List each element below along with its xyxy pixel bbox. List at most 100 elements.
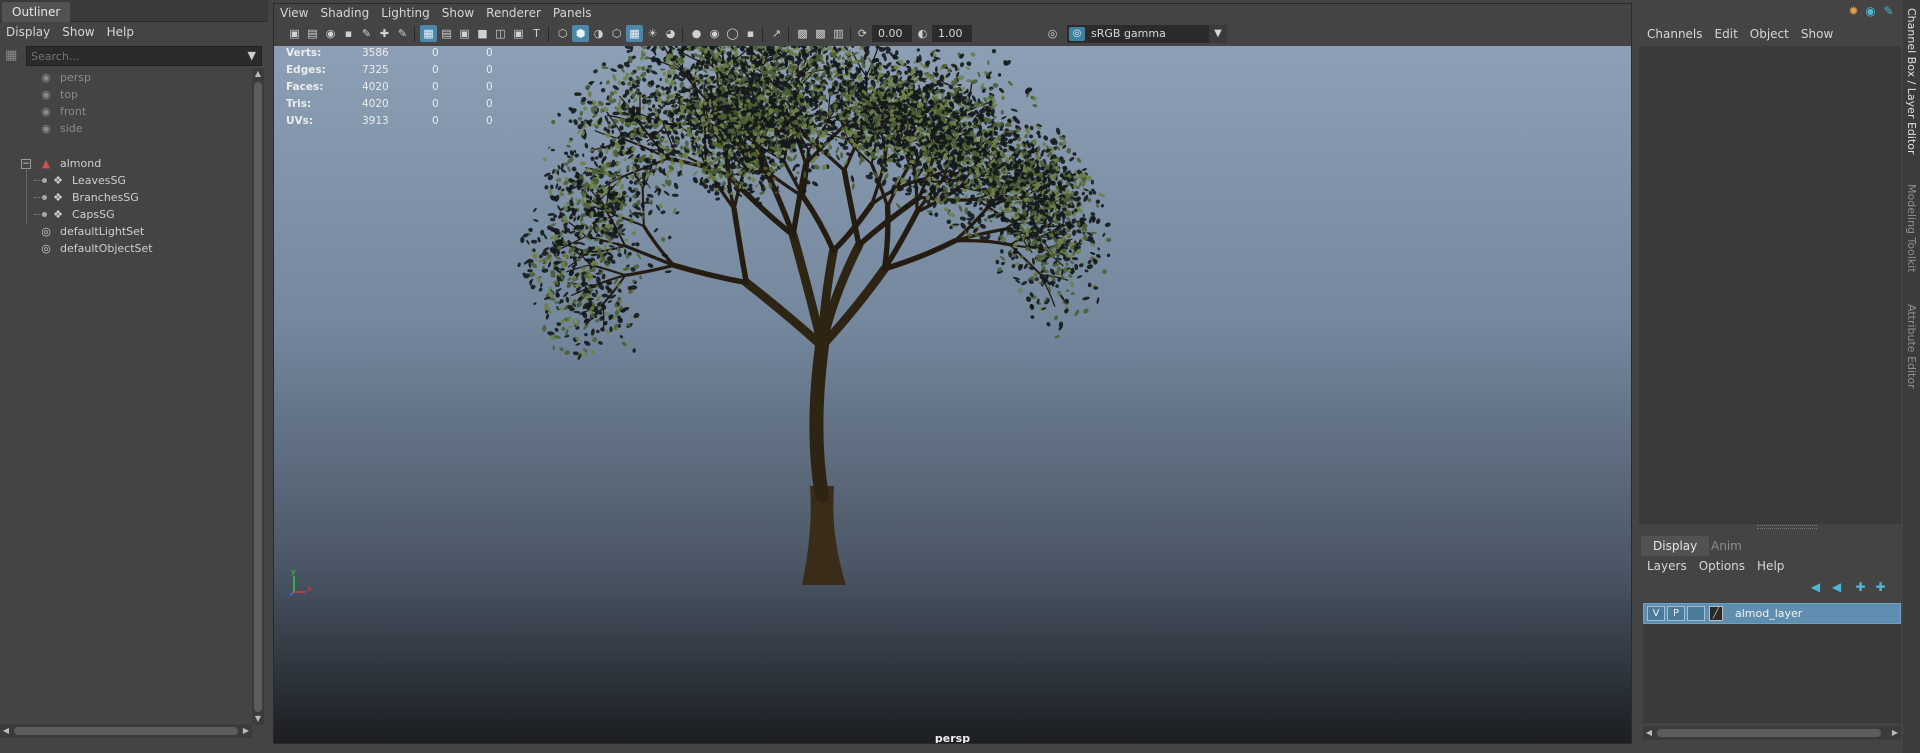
channel-box-menu-object[interactable]: Object	[1744, 24, 1795, 44]
motion-blur-icon[interactable]: ◉	[706, 25, 723, 42]
layer-display-type-toggle[interactable]	[1687, 606, 1705, 621]
wireframe-icon[interactable]: ⬡	[554, 25, 571, 42]
new-layer-icon[interactable]: ✚	[1853, 580, 1868, 595]
field-chart-icon[interactable]: ◫	[492, 25, 509, 42]
viewport-menu-view[interactable]: View	[274, 4, 314, 22]
layer-color-icon[interactable]: ╱	[1709, 606, 1723, 621]
chevron-down-icon: ▼	[1209, 25, 1227, 43]
outliner-item-label: CapsSG	[72, 208, 115, 221]
channel-box-menu-edit[interactable]: Edit	[1709, 24, 1744, 44]
shadows-icon[interactable]: ◕	[662, 25, 679, 42]
toolbar-separator	[682, 26, 683, 42]
outliner-vertical-scrollbar[interactable]: ▲ ▼	[252, 68, 264, 725]
use-all-lights-icon[interactable]: ☀	[644, 25, 661, 42]
toolbar-separator	[548, 26, 549, 42]
exposure-field[interactable]: 0.00	[872, 25, 912, 42]
tree-node-dot	[42, 212, 47, 217]
wireframe-on-shaded-icon[interactable]: ⬡	[608, 25, 625, 42]
side-tab-modeling-toolkit[interactable]: Modeling Toolkit	[1903, 184, 1920, 284]
new-layer-from-selection-icon[interactable]: ✚	[1873, 580, 1888, 595]
outliner-tab[interactable]: Outliner	[2, 2, 71, 22]
outliner-search-input[interactable]	[26, 46, 262, 66]
scroll-down-icon[interactable]: ▼	[252, 713, 264, 725]
xray-active-icon[interactable]: ▩	[812, 25, 829, 42]
gate-mask-icon[interactable]: ■	[474, 25, 491, 42]
scroll-thumb[interactable]	[254, 82, 262, 712]
side-tab-attribute-editor[interactable]: Attribute Editor	[1903, 304, 1920, 404]
channel-box-menu-channels[interactable]: Channels	[1641, 24, 1709, 44]
scroll-left-icon[interactable]: ◀	[1643, 726, 1655, 740]
axis-label-y: y	[291, 567, 296, 576]
exposure-icon[interactable]: ⟳	[854, 25, 871, 42]
outliner-item-label: top	[60, 88, 79, 101]
scroll-right-icon[interactable]: ▶	[1889, 726, 1901, 740]
gamma-icon[interactable]: ◐	[914, 25, 931, 42]
depth-of-field-icon[interactable]: ▪	[742, 25, 759, 42]
panel-splitter-handle[interactable]	[1757, 525, 1817, 529]
modeling-toolkit-icon[interactable]: ◉	[1863, 4, 1878, 19]
resolution-gate-icon[interactable]: ▣	[456, 25, 473, 42]
grease-pencil-icon[interactable]: ✚	[376, 25, 393, 42]
scroll-up-icon[interactable]: ▲	[252, 68, 264, 80]
hud-selected-tris: 0	[432, 98, 439, 110]
scroll-thumb[interactable]	[1657, 729, 1881, 737]
viewport-menu-renderer[interactable]: Renderer	[480, 4, 547, 22]
layer-visibility-toggle[interactable]: V	[1647, 606, 1665, 621]
gamma-field[interactable]: 1.00	[932, 25, 972, 42]
default-material-icon[interactable]: ◑	[590, 25, 607, 42]
scroll-left-icon[interactable]: ◀	[0, 724, 12, 738]
scroll-right-icon[interactable]: ▶	[240, 724, 252, 738]
side-tab-channel-box[interactable]: Channel Box / Layer Editor	[1903, 8, 1920, 158]
layer-horizontal-scrollbar[interactable]: ◀ ▶	[1643, 726, 1901, 740]
viewport-menu-panels[interactable]: Panels	[547, 4, 598, 22]
bookmarks-icon[interactable]: ◉	[322, 25, 339, 42]
scroll-thumb[interactable]	[14, 727, 238, 735]
outliner-menu-help[interactable]: Help	[101, 22, 140, 42]
search-dropdown-icon[interactable]: ▼	[248, 48, 256, 64]
channel-box-menu-show[interactable]: Show	[1795, 24, 1839, 44]
move-layer-up-icon[interactable]: ◀	[1808, 580, 1823, 595]
channel-box-area[interactable]	[1639, 46, 1901, 524]
screen-space-ao-icon[interactable]: ●	[688, 25, 705, 42]
layer-menu-help[interactable]: Help	[1751, 556, 1790, 576]
smooth-shade-icon[interactable]: ⬢	[572, 25, 589, 42]
tool-settings-icon[interactable]: ✹	[1846, 4, 1861, 19]
axis-label-x: x	[307, 584, 312, 593]
layer-menu-layers[interactable]: Layers	[1641, 556, 1693, 576]
viewport-scene[interactable]: Verts: Edges: Faces: Tris: UVs: 3586 732…	[274, 46, 1631, 743]
select-camera-icon[interactable]: ▣	[286, 25, 303, 42]
outliner-menu-show[interactable]: Show	[56, 22, 100, 42]
color-management-icon[interactable]: ◎	[1044, 25, 1061, 42]
hud-label-edges: Edges:	[286, 64, 326, 76]
outliner-horizontal-scrollbar[interactable]: ◀ ▶	[0, 724, 252, 738]
collapse-toggle-icon[interactable]: −	[21, 159, 31, 169]
safe-action-icon[interactable]: ▣	[510, 25, 527, 42]
color-space-dropdown[interactable]: ◎ sRGB gamma ▼	[1067, 25, 1227, 43]
textured-icon[interactable]: ▦	[626, 25, 643, 42]
layer-row[interactable]: V P ╱ almod_layer	[1643, 603, 1901, 624]
camera-attributes-icon[interactable]: ▤	[304, 25, 321, 42]
film-gate-icon[interactable]: ▤	[438, 25, 455, 42]
viewport-menu-shading[interactable]: Shading	[314, 4, 375, 22]
outliner-item-default-object-set[interactable]: ◎ defaultObjectSet	[38, 239, 152, 259]
grid-icon[interactable]: ▦	[420, 25, 437, 42]
isolate-select-icon[interactable]: ↗	[768, 25, 785, 42]
viewport-menu-lighting[interactable]: Lighting	[375, 4, 436, 22]
tab-anim[interactable]: Anim	[1699, 536, 1754, 556]
filter-icon[interactable]: ▦	[5, 48, 21, 64]
xray-joints-icon[interactable]: ▥	[830, 25, 847, 42]
layer-playback-toggle[interactable]: P	[1667, 606, 1685, 621]
safe-title-icon[interactable]: T	[528, 25, 545, 42]
2d-pan-zoom-icon[interactable]: ✎	[358, 25, 375, 42]
move-layer-down-icon[interactable]: ◀	[1829, 580, 1844, 595]
image-plane-icon[interactable]: ▪	[340, 25, 357, 42]
outliner-menu-display[interactable]: Display	[0, 22, 56, 42]
viewport-menu-show[interactable]: Show	[436, 4, 480, 22]
multisample-aa-icon[interactable]: ◯	[724, 25, 741, 42]
isolate-icon[interactable]: ✎	[394, 25, 411, 42]
layer-menu-options[interactable]: Options	[1693, 556, 1751, 576]
outliner-item-label: persp	[60, 71, 91, 84]
attribute-editor-icon[interactable]: ✎	[1881, 4, 1896, 19]
outliner-item-side[interactable]: ◉ side	[38, 119, 82, 139]
xray-icon[interactable]: ▩	[794, 25, 811, 42]
